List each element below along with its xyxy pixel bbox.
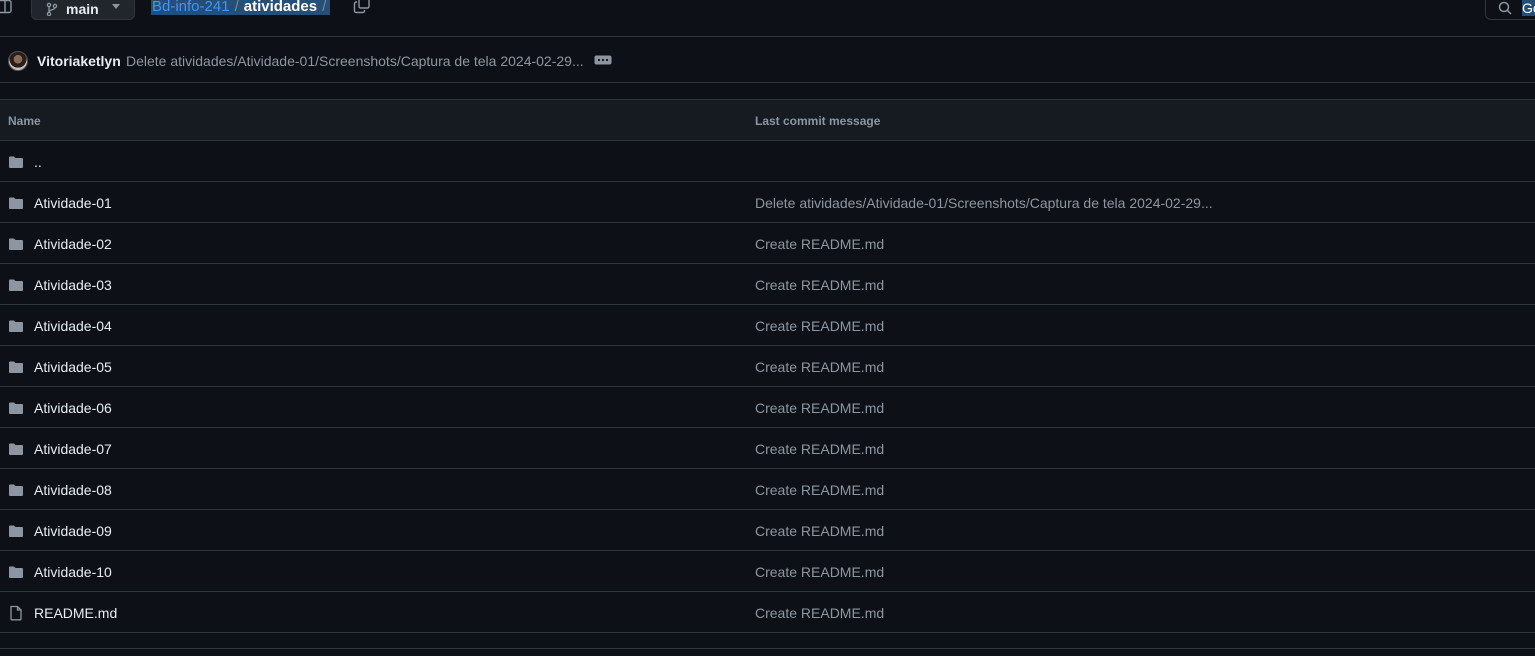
folder-icon [9, 484, 23, 496]
search-icon [1498, 1, 1512, 15]
row-name-link[interactable]: Atividade-07 [34, 441, 112, 457]
commit-author-link[interactable]: Vitoriaketlyn [37, 53, 121, 69]
breadcrumb: Bd-info-241 / atividades / [151, 0, 331, 16]
go-to-file-label: Go [1522, 0, 1535, 16]
table-row[interactable]: Atividade-08 Create README.md [0, 469, 1535, 510]
file-rows: Atividade-01 Delete atividades/Atividade-… [0, 182, 1535, 633]
folder-icon [9, 197, 23, 209]
breadcrumb-trailing-separator: / [318, 0, 331, 15]
row-commit-message-link[interactable]: Create README.md [755, 318, 884, 334]
table-row[interactable]: Atividade-01 Delete atividades/Atividade-… [0, 182, 1535, 223]
sidebar-toggle-icon[interactable] [0, 0, 12, 14]
table-row[interactable]: Atividade-09 Create README.md [0, 510, 1535, 551]
copy-path-icon[interactable] [353, 0, 371, 14]
column-header-name: Name [8, 114, 41, 128]
row-commit-message-link[interactable]: Create README.md [755, 523, 884, 539]
column-header-last-commit: Last commit message [755, 114, 881, 128]
branch-name: main [66, 1, 99, 17]
folder-icon [9, 320, 23, 332]
avatar[interactable] [8, 51, 28, 71]
file-icon [10, 605, 22, 621]
row-commit-message-link[interactable]: Create README.md [755, 359, 884, 375]
table-header: Name Last commit message [0, 100, 1535, 141]
breadcrumb-separator: / [230, 0, 243, 15]
go-to-file-input[interactable]: Go [1485, 0, 1535, 20]
folder-icon [9, 238, 23, 250]
row-commit-message-link[interactable]: Create README.md [755, 400, 884, 416]
folder-icon [9, 443, 23, 455]
table-row[interactable]: Atividade-10 Create README.md [0, 551, 1535, 592]
row-name-link[interactable]: Atividade-08 [34, 482, 112, 498]
parent-directory-link[interactable]: .. [34, 154, 42, 170]
commit-message-link[interactable]: Delete atividades/Atividade-01/Screensho… [126, 53, 584, 69]
folder-icon [9, 279, 23, 291]
file-table: Name Last commit message .. Atividade-01… [0, 99, 1535, 633]
table-row[interactable]: Atividade-07 Create README.md [0, 428, 1535, 469]
table-row-parent-dir[interactable]: .. [0, 141, 1535, 182]
row-commit-message-link[interactable]: Create README.md [755, 605, 884, 621]
folder-icon [9, 402, 23, 414]
branch-selector-button[interactable]: main [31, 0, 135, 20]
row-name-link[interactable]: Atividade-06 [34, 400, 112, 416]
folder-icon [9, 525, 23, 537]
row-commit-message-link[interactable]: Create README.md [755, 564, 884, 580]
breadcrumb-current-folder: atividades [242, 0, 319, 15]
folder-icon [9, 566, 23, 578]
row-commit-message-link[interactable]: Create README.md [755, 482, 884, 498]
row-name-link[interactable]: Atividade-10 [34, 564, 112, 580]
table-row[interactable]: Atividade-04 Create README.md [0, 305, 1535, 346]
folder-icon [9, 156, 23, 168]
divider [0, 648, 1535, 649]
latest-commit-bar: Vitoriaketlyn Delete atividades/Atividad… [0, 38, 1535, 83]
table-row[interactable]: Atividade-05 Create README.md [0, 346, 1535, 387]
row-name-link[interactable]: Atividade-05 [34, 359, 112, 375]
top-bar: main Bd-info-241 / atividades / Go [0, 0, 1535, 37]
row-name-link[interactable]: Atividade-01 [34, 195, 112, 211]
row-commit-message-link[interactable]: Create README.md [755, 441, 884, 457]
chevron-down-icon [112, 4, 120, 9]
row-commit-message-link[interactable]: Delete atividades/Atividade-01/Screensho… [755, 195, 1213, 211]
table-row[interactable]: README.md Create README.md [0, 592, 1535, 633]
table-row[interactable]: Atividade-03 Create README.md [0, 264, 1535, 305]
row-name-link[interactable]: Atividade-09 [34, 523, 112, 539]
row-name-link[interactable]: Atividade-02 [34, 236, 112, 252]
row-commit-message-link[interactable]: Create README.md [755, 236, 884, 252]
table-row[interactable]: Atividade-02 Create README.md [0, 223, 1535, 264]
table-row[interactable]: Atividade-06 Create README.md [0, 387, 1535, 428]
row-name-link[interactable]: README.md [34, 605, 117, 621]
ellipsis-icon[interactable] [594, 55, 612, 65]
row-name-link[interactable]: Atividade-04 [34, 318, 112, 334]
git-branch-icon [46, 2, 58, 16]
folder-icon [9, 361, 23, 373]
breadcrumb-repo-link[interactable]: Bd-info-241 [151, 0, 231, 15]
row-name-link[interactable]: Atividade-03 [34, 277, 112, 293]
row-commit-message-link[interactable]: Create README.md [755, 277, 884, 293]
